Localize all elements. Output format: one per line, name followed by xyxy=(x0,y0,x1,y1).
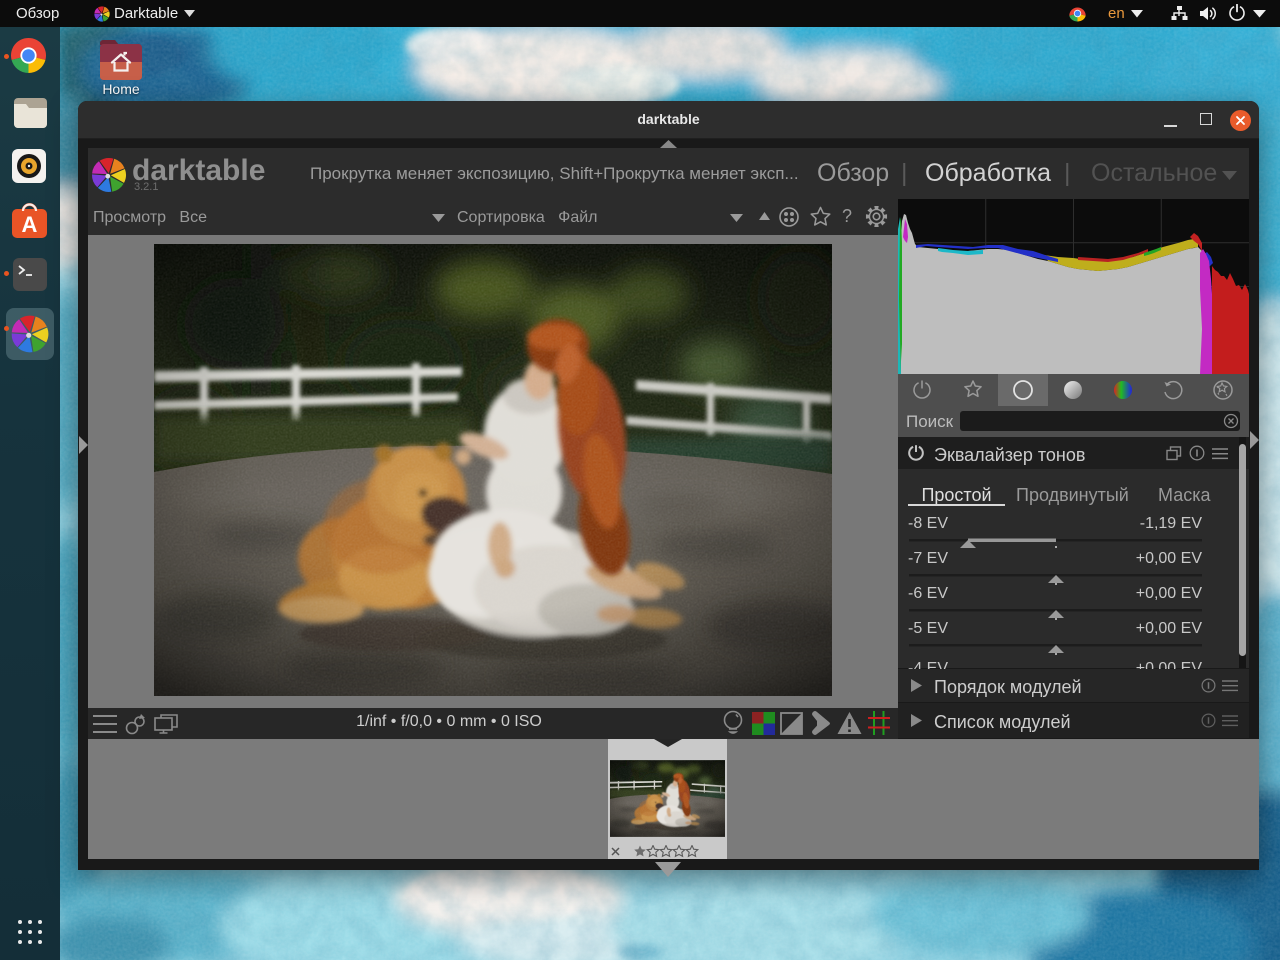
svg-text:A: A xyxy=(22,212,38,237)
